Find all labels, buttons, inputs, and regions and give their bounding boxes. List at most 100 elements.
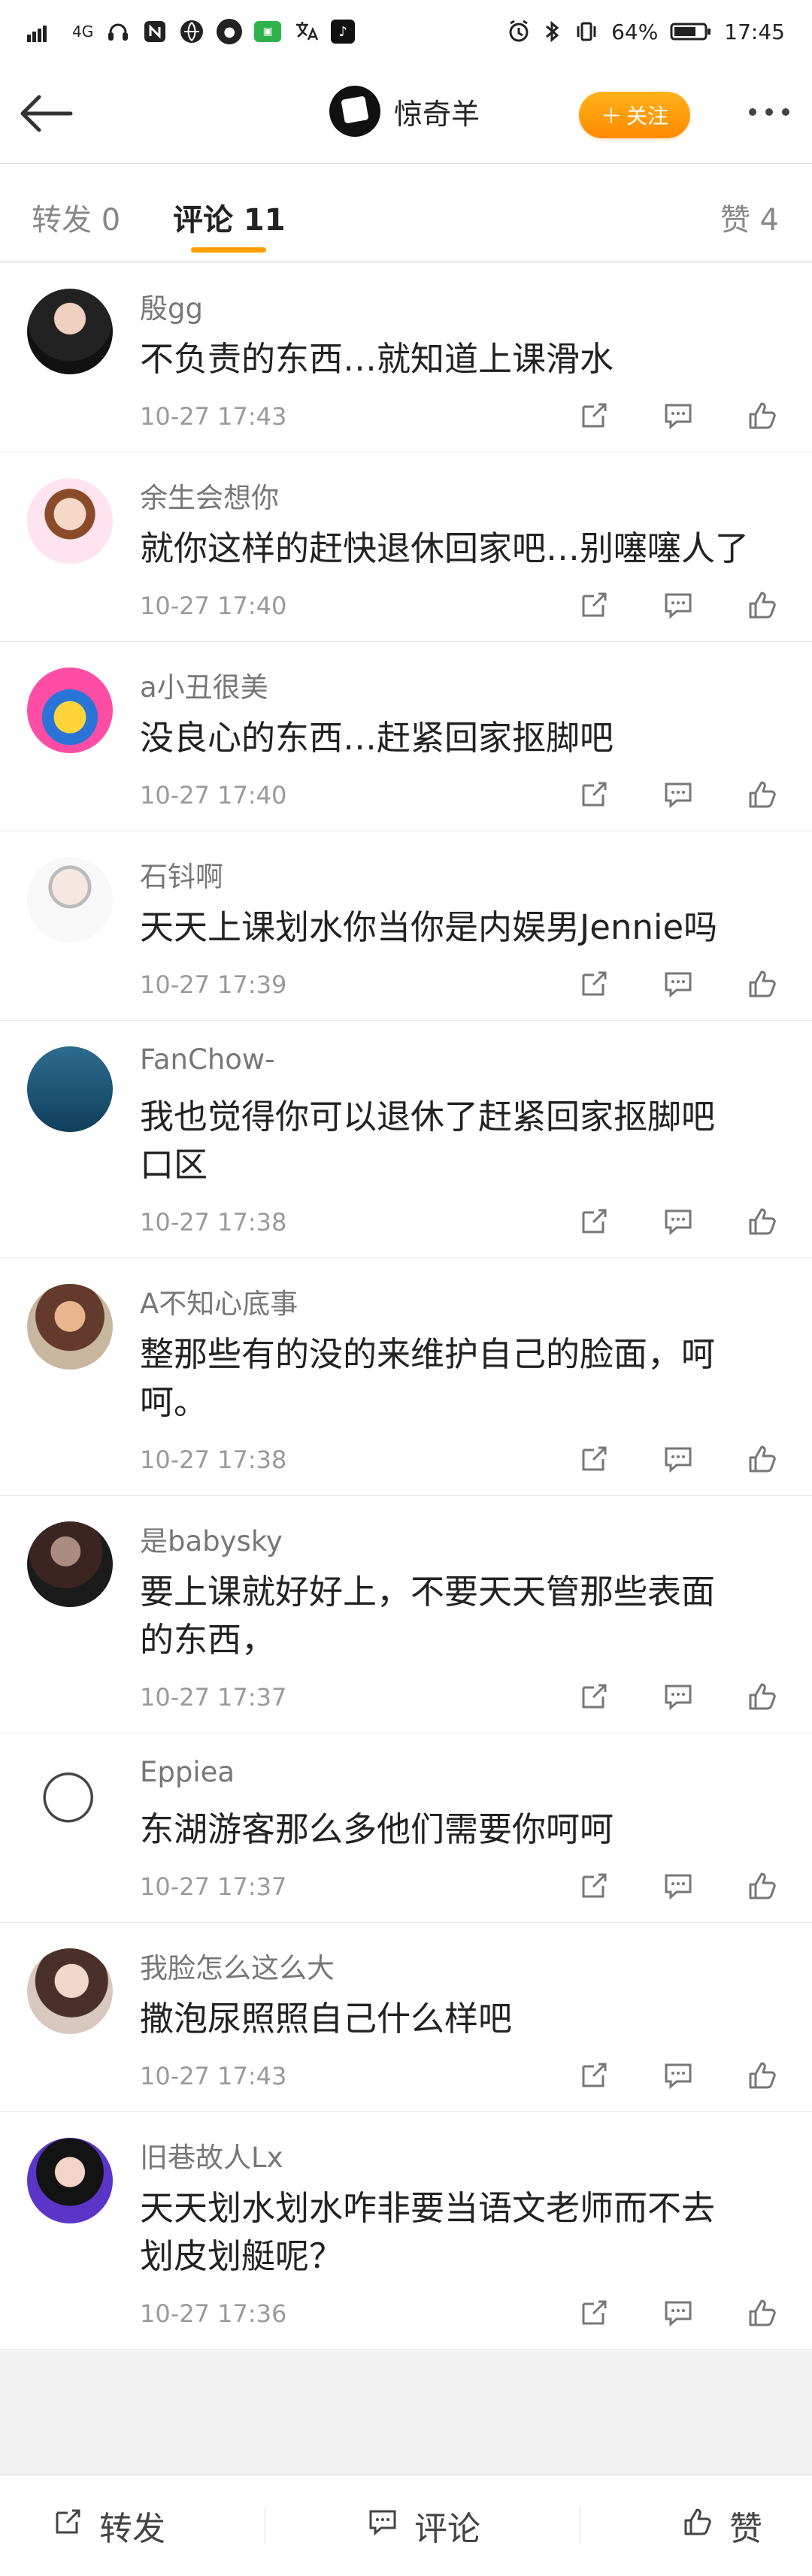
comment-time: 10-27 17:38 <box>140 1208 287 1237</box>
reply-comment-button[interactable] <box>660 776 696 813</box>
comment-avatar[interactable] <box>27 1948 113 2034</box>
more-dot-icon <box>782 108 789 116</box>
like-comment-button[interactable] <box>744 966 780 1002</box>
comment-time: 10-27 17:36 <box>140 2299 287 2328</box>
reply-comment-button[interactable] <box>660 587 696 623</box>
comment-author[interactable]: A不知心底事 <box>140 1281 298 1321</box>
tab-reposts[interactable]: 转发 0 <box>32 195 120 239</box>
reply-comment-button[interactable] <box>660 2295 696 2331</box>
share-icon <box>582 971 607 996</box>
follow-button[interactable]: ＋ 关注 <box>579 92 690 138</box>
back-button[interactable] <box>18 89 77 138</box>
like-comment-button[interactable] <box>744 1678 780 1715</box>
share-comment-button[interactable] <box>576 1441 612 1477</box>
profile-header[interactable]: 惊奇羊 <box>329 86 480 137</box>
comment-time: 10-27 17:43 <box>140 2062 287 2090</box>
like-comment-button[interactable] <box>744 1868 780 1904</box>
like-comment-button[interactable] <box>744 398 780 434</box>
like-comment-button[interactable] <box>744 1441 780 1477</box>
comment-item: 我脸怎么这么大 撒泡尿照照自己什么样吧 10-27 17:43 <box>0 1923 812 2112</box>
message-app-icon: ▣ <box>254 21 282 42</box>
status-icons-right: 64% 17:45 <box>506 19 785 44</box>
tab-likes[interactable]: 赞 4 <box>720 195 779 239</box>
comment-author[interactable]: 殷gg <box>140 286 203 326</box>
network-type-label: 4G <box>72 23 94 41</box>
comment-avatar[interactable] <box>27 667 113 753</box>
repost-button[interactable]: 转发 <box>50 2502 165 2550</box>
comment-avatar[interactable] <box>27 289 113 374</box>
comment-actions <box>576 1203 780 1240</box>
like-button[interactable]: 赞 <box>680 2502 762 2550</box>
comment-author[interactable]: Eppiea <box>140 1756 235 1788</box>
share-comment-button[interactable] <box>576 1678 612 1715</box>
reply-comment-button[interactable] <box>660 966 696 1002</box>
share-comment-button[interactable] <box>576 1868 612 1904</box>
comment-author[interactable]: 是babysky <box>140 1518 283 1559</box>
comment-text: 就你这样的赶快退休回家吧…别噻噻人了 <box>140 528 750 568</box>
comment-author[interactable]: a小丑很美 <box>140 664 268 705</box>
share-comment-button[interactable] <box>576 966 612 1002</box>
reply-comment-button[interactable] <box>660 1441 696 1477</box>
nfc-icon <box>143 20 167 44</box>
comment-avatar[interactable] <box>27 1284 113 1370</box>
comment-time: 10-27 17:39 <box>140 970 287 999</box>
like-comment-button[interactable] <box>744 776 780 813</box>
share-icon <box>582 2300 607 2325</box>
reply-comment-button[interactable] <box>660 1203 696 1240</box>
comment-text: 要上课就好好上，不要天天管那些表面 的东西， <box>140 1572 716 1660</box>
bottom-action-bar: 转发 评论 赞 <box>0 2475 812 2576</box>
reply-comment-button[interactable] <box>660 2057 696 2093</box>
profile-avatar[interactable] <box>329 86 380 137</box>
reply-comment-button[interactable] <box>660 1678 696 1715</box>
share-comment-button[interactable] <box>576 398 612 434</box>
comment-author[interactable]: 余生会想你 <box>140 475 279 516</box>
comment-author[interactable]: 石钭啊 <box>140 854 223 894</box>
share-icon <box>582 1684 607 1709</box>
share-icon <box>582 1209 607 1234</box>
tab-comments[interactable]: 评论 11 <box>173 195 286 239</box>
comment-icon <box>665 1209 692 1236</box>
share-comment-button[interactable] <box>576 587 612 623</box>
share-comment-button[interactable] <box>576 1203 612 1240</box>
comment-avatar[interactable] <box>27 478 113 564</box>
comment-author[interactable]: 我脸怎么这么大 <box>140 1945 335 1986</box>
reply-comment-button[interactable] <box>660 1868 696 1904</box>
comment-actions <box>576 398 780 434</box>
comment-time: 10-27 17:37 <box>140 1683 287 1712</box>
status-time: 17:45 <box>724 19 785 44</box>
active-tab-indicator <box>191 247 266 253</box>
reply-comment-button[interactable] <box>660 398 696 434</box>
share-comment-button[interactable] <box>576 2295 612 2331</box>
comment-text: 撒泡尿照照自己什么样吧 <box>140 1999 513 2039</box>
comment-time: 10-27 17:37 <box>140 1872 287 1901</box>
like-comment-button[interactable] <box>744 1203 780 1240</box>
profile-name[interactable]: 惊奇羊 <box>394 91 480 132</box>
comment-avatar[interactable] <box>27 1046 113 1132</box>
plus-icon: ＋ <box>600 104 622 128</box>
thumbs-up-icon <box>749 402 776 429</box>
follow-label: 关注 <box>626 104 669 128</box>
battery-percent: 64% <box>611 19 659 44</box>
alarm-icon <box>506 19 532 44</box>
like-comment-button[interactable] <box>744 2057 780 2093</box>
comment-actions <box>576 966 780 1002</box>
share-icon <box>582 1873 607 1898</box>
more-dot-icon <box>749 108 756 116</box>
more-options-button[interactable] <box>749 108 789 116</box>
comment-avatar[interactable] <box>27 1759 113 1845</box>
status-icons-left: 4G ● ▣ ♪ <box>27 19 356 44</box>
comment-author[interactable]: 旧巷故人Lx <box>140 2135 283 2175</box>
signal-icon <box>27 21 60 42</box>
comment-author[interactable]: FanChow- <box>140 1043 275 1076</box>
comment-actions <box>576 1678 780 1715</box>
comment-avatar[interactable] <box>27 857 113 943</box>
comment-avatar[interactable] <box>27 2138 113 2223</box>
comment-button[interactable]: 评论 <box>365 2502 480 2550</box>
like-comment-button[interactable] <box>744 587 780 623</box>
like-comment-button[interactable] <box>744 2295 780 2331</box>
share-comment-button[interactable] <box>576 2057 612 2093</box>
comment-avatar[interactable] <box>27 1521 113 1607</box>
comment-text: 天天上课划水你当你是内娱男Jennie吗 <box>140 907 718 947</box>
comment-list: 殷gg 不负责的东西…就知道上课滑水 10-27 17:43 余生会想你 就你这… <box>0 263 812 2350</box>
share-comment-button[interactable] <box>576 776 612 813</box>
